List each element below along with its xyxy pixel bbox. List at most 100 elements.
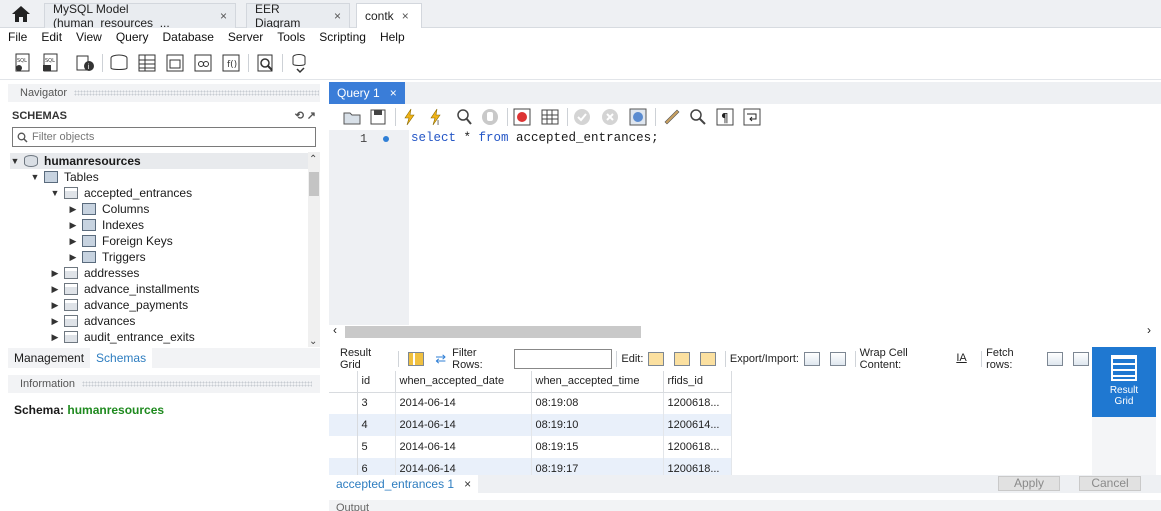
refresh-icon[interactable]: ⇄: [435, 351, 446, 367]
sql-editor[interactable]: [329, 130, 1159, 325]
editor-horizontal-scrollbar[interactable]: ‹ ›: [329, 323, 1159, 339]
cell-when-accepted-time[interactable]: 08:19:10: [531, 414, 664, 436]
cancel-button[interactable]: Cancel: [1079, 476, 1141, 491]
inspector-icon[interactable]: i: [74, 52, 96, 74]
tree-item-advance-payments[interactable]: ▶ advance_payments: [50, 297, 189, 313]
stop-icon[interactable]: [481, 108, 499, 126]
insert-row-icon[interactable]: [674, 352, 691, 366]
create-table-icon[interactable]: [136, 52, 158, 74]
create-schema-icon[interactable]: [108, 52, 130, 74]
open-file-icon[interactable]: [343, 108, 361, 126]
filter-rows-input[interactable]: [513, 349, 613, 369]
cell-when-accepted-date[interactable]: 2014-06-14: [395, 458, 532, 475]
create-procedure-icon[interactable]: [192, 52, 214, 74]
commit-icon[interactable]: [573, 108, 591, 126]
row-header[interactable]: [329, 392, 358, 414]
cell-rfids-id[interactable]: 1200618...: [663, 458, 732, 475]
create-view-icon[interactable]: [164, 52, 186, 74]
expand-caret-icon[interactable]: ▶: [50, 284, 60, 295]
tree-item-addresses[interactable]: ▶ addresses: [50, 265, 140, 281]
tree-item-audit-entrance-exits[interactable]: ▶ audit_entrance_exits: [50, 329, 195, 345]
beautify-icon[interactable]: [663, 108, 681, 126]
column-header-when-accepted-date[interactable]: when_accepted_date: [395, 371, 532, 393]
new-sql-tab-icon[interactable]: SQL: [12, 52, 34, 74]
expand-caret-icon[interactable]: ▼: [10, 156, 20, 166]
menu-help[interactable]: Help: [373, 30, 412, 44]
table-row[interactable]: 4 2014-06-14 08:19:10 1200614...: [329, 414, 732, 436]
rollback-icon[interactable]: [601, 108, 619, 126]
expand-caret-icon[interactable]: ▶: [68, 236, 78, 247]
tree-item-advances[interactable]: ▶ advances: [50, 313, 136, 329]
close-icon[interactable]: ×: [402, 9, 409, 23]
scroll-down-icon[interactable]: ⌄: [309, 336, 317, 347]
export-icon[interactable]: [803, 352, 820, 366]
tree-item-advance-installments[interactable]: ▶ advance_installments: [50, 281, 200, 297]
wrap-cell-icon[interactable]: IA: [956, 352, 972, 366]
cell-id[interactable]: 6: [357, 458, 396, 475]
cell-when-accepted-date[interactable]: 2014-06-14: [395, 392, 532, 414]
table-row[interactable]: 3 2014-06-14 08:19:08 1200618...: [329, 392, 732, 414]
row-header[interactable]: [329, 458, 358, 475]
refresh-icon[interactable]: ⟲: [295, 107, 304, 125]
close-icon[interactable]: ×: [220, 9, 227, 23]
expand-caret-icon[interactable]: ▶: [50, 300, 60, 311]
scroll-thumb[interactable]: [309, 172, 319, 196]
close-icon[interactable]: ×: [390, 86, 397, 100]
column-header-rfids-id[interactable]: rfids_id: [663, 371, 732, 393]
save-icon[interactable]: [369, 108, 387, 126]
tree-item-triggers[interactable]: ▶ Triggers: [68, 249, 146, 265]
tab-mysql-model[interactable]: MySQL Model (human_resources_... ×: [44, 2, 236, 30]
tree-item-columns[interactable]: ▶ Columns: [68, 201, 150, 217]
close-icon[interactable]: ×: [334, 9, 341, 23]
cell-when-accepted-date[interactable]: 2014-06-14: [395, 414, 532, 436]
expand-caret-icon[interactable]: ▶: [50, 268, 60, 279]
table-row[interactable]: 6 2014-06-14 08:19:17 1200618...: [329, 458, 732, 475]
tree-item-humanresources[interactable]: ▼ humanresources: [10, 153, 310, 169]
tab-contk[interactable]: contk ×: [356, 3, 422, 28]
cell-id[interactable]: 4: [357, 414, 396, 436]
toggle-autocommit-icon[interactable]: [541, 108, 559, 126]
menu-database[interactable]: Database: [156, 30, 221, 44]
delete-row-icon[interactable]: [700, 352, 716, 366]
reconnect-icon[interactable]: [288, 52, 310, 74]
cell-when-accepted-time[interactable]: 08:19:17: [531, 458, 664, 475]
fetch-next-icon[interactable]: [1047, 352, 1064, 366]
menu-file[interactable]: File: [0, 30, 34, 44]
scroll-thumb[interactable]: [345, 326, 641, 338]
tree-item-foreign-keys[interactable]: ▶ Foreign Keys: [68, 233, 173, 249]
menu-view[interactable]: View: [69, 30, 109, 44]
close-icon[interactable]: ×: [464, 477, 471, 491]
menu-tools[interactable]: Tools: [270, 30, 312, 44]
tree-item-accepted-entrances[interactable]: ▼ accepted_entrances: [50, 185, 193, 201]
cell-id[interactable]: 5: [357, 436, 396, 458]
column-header-when-accepted-time[interactable]: when_accepted_time: [531, 371, 664, 393]
menu-server[interactable]: Server: [221, 30, 270, 44]
open-sql-script-icon[interactable]: SQL: [40, 52, 62, 74]
execute-current-icon[interactable]: I: [427, 108, 445, 126]
grid-view-icon[interactable]: [408, 352, 425, 366]
collapse-icon[interactable]: ↗: [307, 107, 316, 125]
tab-accepted-entrances-1[interactable]: accepted_entrances 1 ×: [329, 475, 479, 493]
row-header[interactable]: [329, 414, 358, 436]
sql-text[interactable]: select * from accepted_entrances;: [411, 131, 659, 145]
cell-rfids-id[interactable]: 1200618...: [663, 436, 732, 458]
expand-caret-icon[interactable]: ▶: [68, 252, 78, 263]
scroll-left-icon[interactable]: ‹: [333, 323, 337, 337]
expand-caret-icon[interactable]: ▶: [68, 220, 78, 231]
cell-rfids-id[interactable]: 1200614...: [663, 414, 732, 436]
tab-management[interactable]: Management: [8, 348, 90, 368]
expand-caret-icon[interactable]: ▶: [68, 204, 78, 215]
word-wrap-icon[interactable]: [743, 108, 761, 126]
tab-schemas[interactable]: Schemas: [90, 348, 153, 368]
create-function-icon[interactable]: f(): [220, 52, 242, 74]
table-row[interactable]: 5 2014-06-14 08:19:15 1200618...: [329, 436, 732, 458]
scroll-right-icon[interactable]: ›: [1147, 323, 1151, 337]
cell-when-accepted-time[interactable]: 08:19:15: [531, 436, 664, 458]
edit-row-icon[interactable]: [648, 352, 665, 366]
invisible-chars-icon[interactable]: ¶: [716, 108, 734, 126]
row-header[interactable]: [329, 436, 358, 458]
tree-item-tables[interactable]: ▼ Tables: [30, 169, 99, 185]
explain-icon[interactable]: [455, 108, 473, 126]
menu-query[interactable]: Query: [109, 30, 156, 44]
tree-item-indexes[interactable]: ▶ Indexes: [68, 217, 145, 233]
